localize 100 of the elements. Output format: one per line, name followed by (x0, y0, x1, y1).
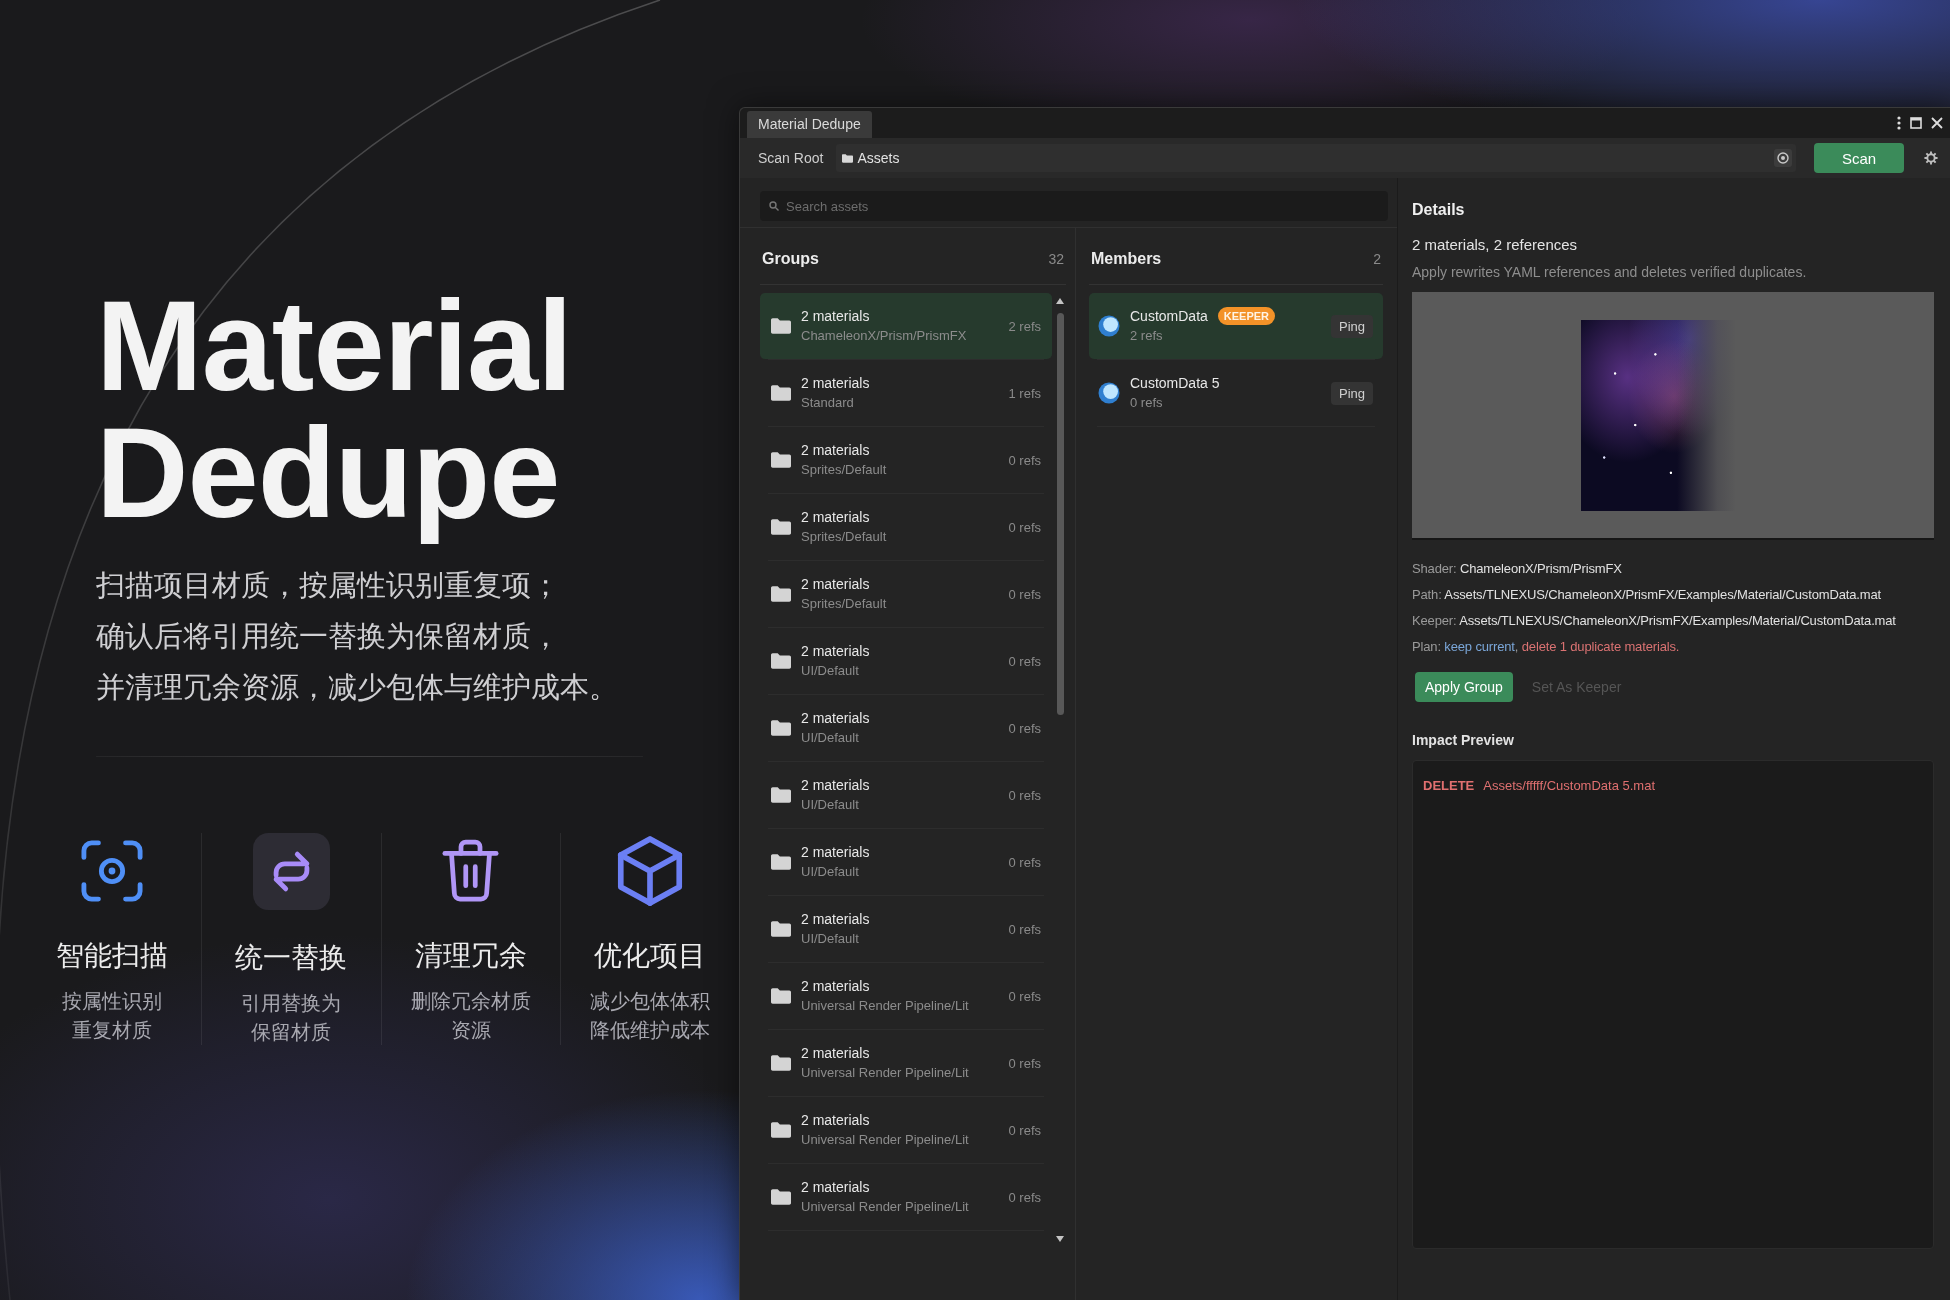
ping-button[interactable]: Ping (1330, 314, 1373, 338)
action-button[interactable]: Apply Group (1415, 672, 1513, 702)
folder-icon (842, 153, 854, 163)
feature-title: 智能扫描 (56, 939, 169, 973)
group-refs: 0 refs (1008, 1055, 1041, 1071)
group-row[interactable]: 2 materials Standard 1 refs (760, 360, 1052, 426)
group-refs: 1 refs (1008, 385, 1041, 401)
scroll-down-icon[interactable] (1056, 1236, 1064, 1242)
swap-arrows-icon (252, 833, 330, 910)
group-shader: Universal Render Pipeline/Lit (801, 1064, 969, 1082)
group-refs: 0 refs (1008, 519, 1041, 535)
group-shader: Sprites/Default (801, 528, 887, 546)
group-row[interactable]: 2 materials Sprites/Default 0 refs (760, 561, 1052, 627)
group-row[interactable]: 2 materials Universal Render Pipeline/Lit 0 refs (760, 1030, 1052, 1096)
feature-title: 清理冗余 (414, 939, 527, 973)
detail-label: Keeper: (1412, 613, 1457, 628)
detail-value: Assets/TLNEXUS/ChameleonX/PrismFX/Examples/Material/CustomData.mat (1444, 587, 1881, 602)
hero-description: 扫描项目材质，按属性识别重复项； 确认后将引用统一替换为保留材质， 并清理冗余资源，减少包体与维护成本。 (96, 568, 618, 705)
folder-icon (771, 385, 791, 401)
folder-icon (771, 720, 791, 736)
folder-icon (771, 1055, 791, 1071)
group-title: 2 materials (801, 508, 871, 527)
group-title: 2 materials (801, 1044, 871, 1063)
group-row[interactable]: 2 materials UI/Default 0 refs (760, 695, 1052, 761)
group-row[interactable]: 2 materials UI/Default 0 refs (760, 628, 1052, 694)
window-tab[interactable]: Material Dedupe (747, 111, 872, 138)
more-icon[interactable] (1897, 116, 1901, 130)
groups-title: Groups (762, 250, 819, 268)
group-shader: Universal Render Pipeline/Lit (801, 997, 969, 1015)
member-refs: 2 refs (1130, 327, 1164, 345)
search-field[interactable]: Search assets (760, 191, 1388, 221)
group-title: 2 materials (801, 575, 871, 594)
scan-root-label: Scan Root (758, 150, 824, 166)
folder-icon (771, 1189, 791, 1205)
folder-icon (771, 452, 791, 468)
group-title: 2 materials (801, 307, 871, 326)
settings-icon[interactable] (1924, 151, 1938, 165)
detail-value: Assets/TLNEXUS/ChameleonX/PrismFX/Examples/Material/CustomData.mat (1459, 613, 1896, 628)
group-refs: 0 refs (1008, 653, 1041, 669)
maximize-icon[interactable] (1910, 117, 1922, 129)
group-shader: ChameleonX/Prism/PrismFX (801, 327, 967, 345)
feature-description: 按属性识别 重复材质 (62, 989, 163, 1043)
details-title: Details (1412, 200, 1466, 220)
sphere-icon (1098, 315, 1120, 337)
impact-action: DELETE (1423, 777, 1475, 795)
group-title: 2 materials (801, 776, 870, 795)
scrollbar-thumb[interactable] (1056, 313, 1064, 715)
target-icon[interactable] (1774, 149, 1792, 167)
group-refs: 0 refs (1008, 1189, 1041, 1205)
scan-root-value: Assets (857, 150, 900, 166)
folder-icon (771, 1122, 791, 1138)
group-shader: Sprites/Default (801, 595, 887, 613)
member-row[interactable]: CustomData KEEPER 2 refs Ping (1089, 293, 1383, 359)
feature-description: 减少包体体积 降低维护成本 (589, 989, 710, 1043)
group-refs: 0 refs (1008, 988, 1041, 1004)
group-title: 2 materials (801, 977, 871, 996)
group-shader: UI/Default (801, 863, 860, 881)
folder-icon (771, 854, 791, 870)
group-row[interactable]: 2 materials UI/Default 0 refs (760, 896, 1052, 962)
group-row[interactable]: 2 materials Sprites/Default 0 refs (760, 427, 1052, 493)
detail-label: Shader: (1412, 561, 1457, 576)
ping-button[interactable]: Ping (1330, 381, 1373, 405)
folder-icon (771, 988, 791, 1004)
group-refs: 2 refs (1008, 318, 1041, 334)
group-refs: 0 refs (1008, 720, 1041, 736)
sphere-icon (1098, 382, 1120, 404)
impact-path: Assets/fffff/CustomData 5.mat (1483, 777, 1656, 795)
group-row[interactable]: 2 materials Sprites/Default 0 refs (760, 494, 1052, 560)
hero-title: Material Dedupe (96, 273, 573, 546)
group-refs: 0 refs (1008, 586, 1041, 602)
feature-description: 引用替换为 保留材质 (241, 991, 342, 1045)
group-shader: UI/Default (801, 662, 860, 680)
member-row[interactable]: CustomData 5 0 refs Ping (1089, 360, 1383, 426)
members-title: Members (1091, 250, 1162, 268)
group-row[interactable]: 2 materials Universal Render Pipeline/Lit 0 refs (760, 1097, 1052, 1163)
group-title: 2 materials (801, 843, 870, 862)
group-row[interactable]: 2 materials Universal Render Pipeline/Lit 0 refs (760, 963, 1052, 1029)
group-title: 2 materials (801, 709, 870, 728)
group-shader: Standard (801, 394, 855, 412)
folder-icon (771, 787, 791, 803)
feature-title: 统一替换 (235, 941, 348, 975)
group-shader: Sprites/Default (801, 461, 887, 479)
group-row[interactable]: 2 materials UI/Default 0 refs (760, 829, 1052, 895)
trash-icon (442, 839, 500, 902)
group-shader: Universal Render Pipeline/Lit (801, 1198, 969, 1216)
group-row[interactable]: 2 materials UI/Default 0 refs (760, 762, 1052, 828)
group-refs: 0 refs (1008, 1122, 1041, 1138)
member-name: CustomData 5 (1130, 374, 1220, 393)
scan-root-field[interactable]: Assets (836, 144, 1796, 172)
group-row[interactable]: 2 materials Universal Render Pipeline/Lit 0 refs (760, 1164, 1052, 1230)
details-note: Apply rewrites YAML references and deletes verified duplicates. (1412, 263, 1808, 282)
folder-icon (771, 586, 791, 602)
group-row[interactable]: 2 materials ChameleonX/Prism/PrismFX 2 refs (760, 293, 1052, 359)
group-title: 2 materials (801, 374, 870, 393)
scroll-up-icon[interactable] (1056, 298, 1064, 304)
close-icon[interactable] (1931, 117, 1943, 129)
group-refs: 0 refs (1008, 452, 1041, 468)
group-title: 2 materials (801, 1178, 871, 1197)
group-shader: UI/Default (801, 930, 860, 948)
scan-button[interactable]: Scan (1814, 143, 1904, 173)
